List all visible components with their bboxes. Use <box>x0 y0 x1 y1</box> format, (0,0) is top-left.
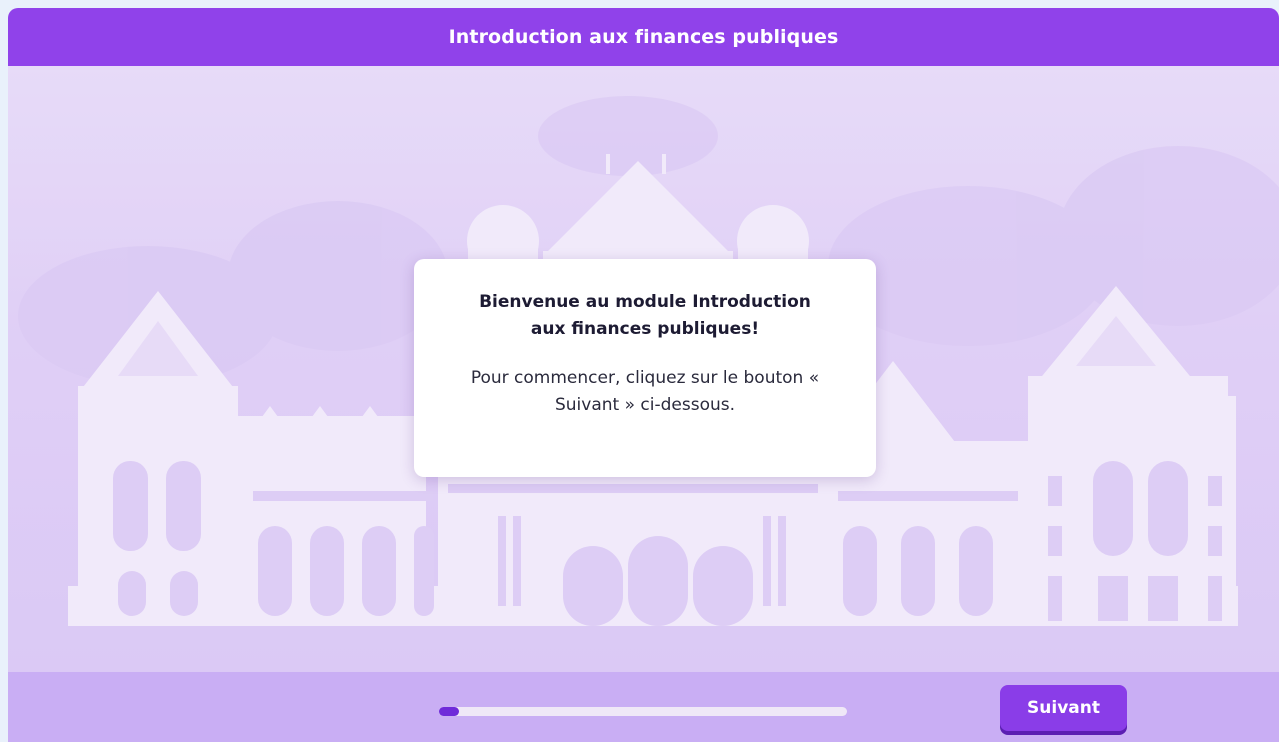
welcome-dialog: Bienvenue au module Introduction aux fin… <box>414 259 876 477</box>
welcome-instructions: Pour commencer, cliquez sur le bouton « … <box>470 368 820 415</box>
module-footer: Suivant <box>8 672 1279 742</box>
module-frame: Introduction aux finances publiques Bien… <box>8 8 1279 742</box>
welcome-title: Bienvenue au module Introduction aux fin… <box>479 292 811 339</box>
module-title: Introduction aux finances publiques <box>448 26 839 48</box>
progress-bar <box>439 707 847 716</box>
module-header: Introduction aux finances publiques <box>8 8 1279 66</box>
next-button[interactable]: Suivant <box>1000 685 1127 731</box>
slide-stage: Bienvenue au module Introduction aux fin… <box>8 66 1279 672</box>
progress-bar-fill <box>439 707 460 716</box>
